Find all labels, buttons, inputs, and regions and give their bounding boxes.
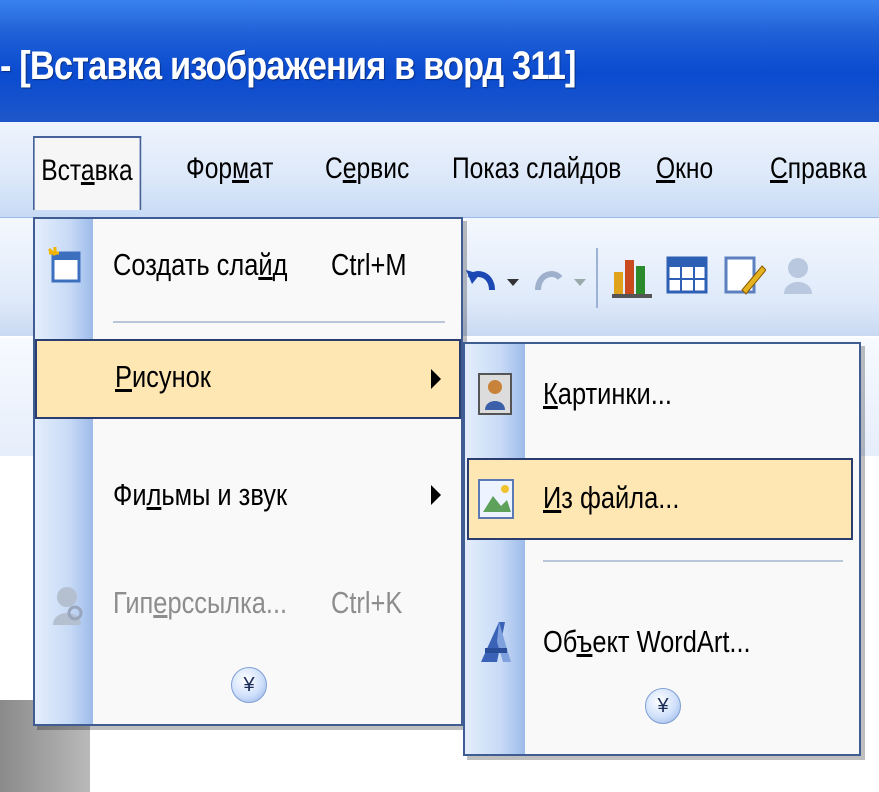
- title-bar: - [Вставка изображения в ворд 311]: [0, 0, 879, 122]
- clipart-icon: [478, 373, 512, 415]
- menu-window[interactable]: Окно: [656, 142, 713, 196]
- menu-tools[interactable]: Сервис: [325, 142, 409, 196]
- menu-separator: [543, 560, 843, 562]
- wordart-icon: [481, 622, 511, 662]
- menu-item-picture[interactable]: Рисунок: [35, 339, 461, 419]
- menu-item-wordart[interactable]: Объект WordArt...: [465, 604, 859, 680]
- submenu-arrow-icon: [431, 485, 441, 505]
- insert-menu: Создать слайд Ctrl+M Рисунок Фильмы и зв…: [33, 217, 463, 726]
- menu-item-new-slide[interactable]: Создать слайд Ctrl+M: [35, 227, 461, 303]
- menu-separator: [113, 321, 445, 323]
- from-file-icon: [478, 479, 514, 519]
- menu-slideshow[interactable]: Показ слайдов: [452, 142, 621, 196]
- table-icon[interactable]: [666, 254, 708, 296]
- new-slide-icon: [47, 247, 81, 283]
- expand-menu-icon[interactable]: ¥: [645, 688, 681, 724]
- menu-help[interactable]: Справка: [770, 142, 867, 196]
- chart-icon[interactable]: [610, 252, 654, 300]
- redo-icon: [535, 271, 563, 291]
- hyperlink-toolbar-icon[interactable]: [776, 254, 818, 298]
- toolbar-separator: [596, 248, 598, 308]
- undo-icon[interactable]: [462, 260, 502, 300]
- menu-format[interactable]: Формат: [186, 142, 273, 196]
- menu-insert[interactable]: Вставка: [33, 136, 141, 210]
- shortcut-hyperlink: Ctrl+K: [331, 585, 403, 620]
- menu-item-clipart[interactable]: Картинки...: [465, 356, 859, 432]
- submenu-arrow-icon: [431, 369, 441, 389]
- window-title: - [Вставка изображения в ворд 311]: [0, 44, 576, 88]
- undo-dropdown-icon[interactable]: [505, 274, 521, 290]
- edit-document-icon[interactable]: [722, 254, 766, 298]
- menu-item-hyperlink: Гиперссылка... Ctrl+K: [35, 565, 461, 641]
- menu-item-movies-sound[interactable]: Фильмы и звук: [35, 457, 461, 533]
- picture-submenu: Картинки... Из файла... Объект WordArt..…: [463, 342, 861, 756]
- redo-dropdown-icon: [574, 279, 586, 286]
- menu-item-from-file[interactable]: Из файла...: [467, 458, 853, 540]
- expand-menu-icon[interactable]: ¥: [231, 667, 267, 703]
- hyperlink-icon: [53, 587, 83, 625]
- menu-bar: Вставка Формат Сервис Показ слайдов Окно…: [0, 122, 879, 218]
- shortcut-new-slide: Ctrl+M: [331, 247, 407, 282]
